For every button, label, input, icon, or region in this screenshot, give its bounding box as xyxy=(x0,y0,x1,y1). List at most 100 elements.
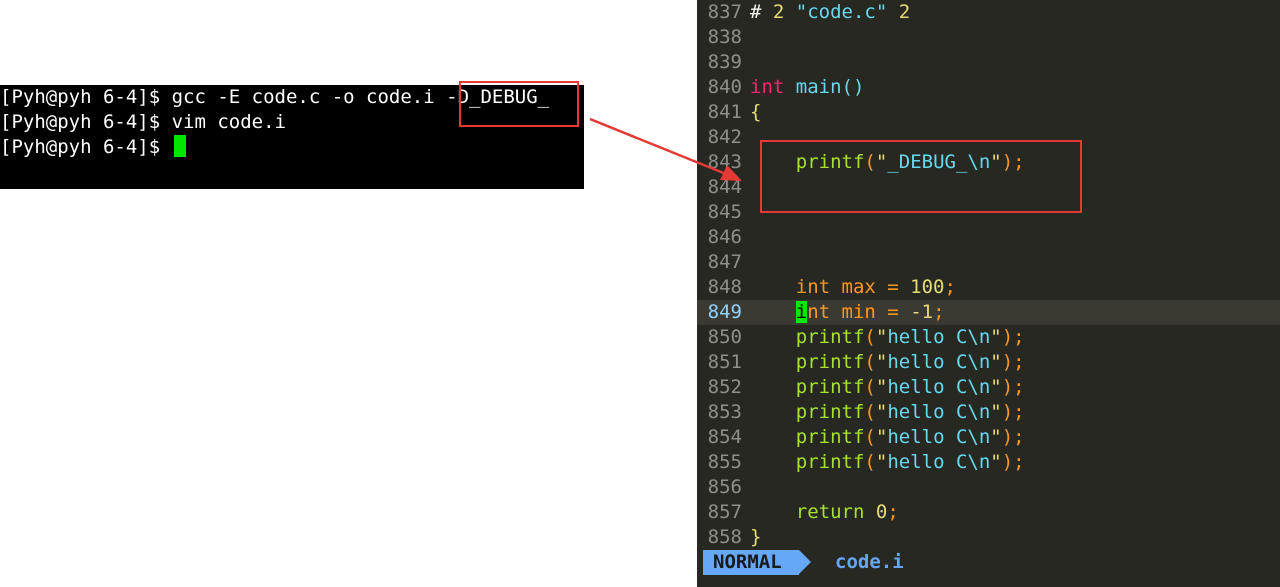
code-token: " xyxy=(990,376,1002,398)
code-text: } xyxy=(750,526,761,548)
code-text: printf("hello C\n"); xyxy=(750,376,1025,398)
code-text: printf("hello C\n"); xyxy=(750,351,1025,373)
code-line[interactable]: 847 xyxy=(697,250,1280,275)
code-line[interactable]: 854 printf("hello C\n"); xyxy=(697,425,1280,450)
code-line[interactable]: 839 xyxy=(697,50,1280,75)
line-number: 852 xyxy=(707,376,742,398)
code-line[interactable]: 853 printf("hello C\n"); xyxy=(697,400,1280,425)
code-text: int max = 100; xyxy=(750,276,956,298)
code-token: max = xyxy=(830,276,911,298)
code-token: "code.c" xyxy=(784,1,899,23)
code-line[interactable]: 857 return 0; xyxy=(697,500,1280,525)
code-text: printf("hello C\n"); xyxy=(750,426,1025,448)
code-token: " xyxy=(990,351,1002,373)
code-line[interactable]: 858} xyxy=(697,525,1280,550)
line-number: 837 xyxy=(707,1,742,23)
code-token: 0 xyxy=(875,501,888,523)
code-token: printf xyxy=(795,376,865,398)
code-token: # xyxy=(750,1,773,23)
code-text: { xyxy=(750,101,761,123)
line-number: 856 xyxy=(707,476,742,498)
code-token: ); xyxy=(1001,326,1025,348)
code-line-current[interactable]: 849 int min = -1; xyxy=(697,300,1280,325)
code-token: int xyxy=(795,276,831,298)
code-token: ); xyxy=(1001,451,1025,473)
code-token: 2 xyxy=(898,1,911,23)
code-token: printf xyxy=(795,401,865,423)
code-token: " xyxy=(990,401,1002,423)
code-line[interactable]: 846 xyxy=(697,225,1280,250)
code-token: nt xyxy=(807,301,831,323)
code-token: " xyxy=(875,426,888,448)
code-token: min = xyxy=(830,301,911,323)
code-token: 100 xyxy=(910,276,945,298)
code-line[interactable]: 838 xyxy=(697,25,1280,50)
code-token: hello C\n xyxy=(887,376,991,398)
code-line[interactable]: 840 int main() xyxy=(697,75,1280,100)
code-token: ( xyxy=(864,376,876,398)
line-number: 848 xyxy=(707,276,742,298)
code-line[interactable]: 848 int max = 100; xyxy=(697,275,1280,300)
code-text: printf("hello C\n"); xyxy=(750,401,1025,423)
code-token: int xyxy=(750,76,785,98)
code-line[interactable]: 850 printf("hello C\n"); xyxy=(697,325,1280,350)
code-token: ; xyxy=(933,301,945,323)
vim-editor[interactable]: 837 # 2 "code.c" 2 838 839 840 int main() 841 {… xyxy=(697,0,1280,587)
code-token: " xyxy=(990,451,1002,473)
line-number: 854 xyxy=(707,426,742,448)
line-number: 846 xyxy=(707,226,742,248)
status-file-name: code.i xyxy=(835,551,904,573)
line-number: 845 xyxy=(707,201,742,223)
code-token: ); xyxy=(1001,426,1025,448)
code-token: return xyxy=(795,501,865,523)
code-line[interactable]: 855 printf("hello C\n"); xyxy=(697,450,1280,475)
code-token: " xyxy=(875,451,888,473)
code-token: () xyxy=(841,76,865,98)
code-token: ); xyxy=(1001,401,1025,423)
annotation-box-flag xyxy=(459,81,579,127)
vim-statusline: NORMAL code.i xyxy=(697,550,1280,575)
code-text: # 2 "code.c" 2 xyxy=(750,1,910,23)
line-number: 841 xyxy=(707,101,742,123)
shell-command: vim code.i xyxy=(171,111,286,133)
code-token: " xyxy=(875,401,888,423)
code-line[interactable]: 856 xyxy=(697,475,1280,500)
code-line[interactable]: 841 { xyxy=(697,100,1280,125)
line-number: 843 xyxy=(707,151,742,173)
line-number: 851 xyxy=(707,351,742,373)
line-number: 842 xyxy=(707,126,742,148)
line-number: 853 xyxy=(707,401,742,423)
code-token: hello C\n xyxy=(887,451,991,473)
shell-prompt: [Pyh@pyh 6-4]$ xyxy=(0,136,172,158)
code-text: printf("hello C\n"); xyxy=(750,326,1025,348)
code-token: " xyxy=(875,351,888,373)
mode-indicator: NORMAL xyxy=(703,550,799,575)
code-line[interactable]: 837 # 2 "code.c" 2 xyxy=(697,0,1280,25)
code-line[interactable]: 851 printf("hello C\n"); xyxy=(697,350,1280,375)
mode-arrow-icon xyxy=(799,550,811,574)
code-token: { xyxy=(750,101,762,123)
shell-prompt: [Pyh@pyh 6-4]$ xyxy=(0,86,172,108)
code-token: ; xyxy=(887,501,899,523)
code-token: ( xyxy=(864,351,876,373)
code-text: int main() xyxy=(750,76,864,98)
code-token: ( xyxy=(864,426,876,448)
line-number: 850 xyxy=(707,326,742,348)
code-token: } xyxy=(750,526,762,548)
code-line[interactable]: 852 printf("hello C\n"); xyxy=(697,375,1280,400)
shell-command: gcc -E code.c -o code.i xyxy=(171,86,447,108)
code-token: -1 xyxy=(910,301,934,323)
code-area[interactable]: 837 # 2 "code.c" 2 838 839 840 int main() 841 {… xyxy=(697,0,1280,550)
code-token: hello C\n xyxy=(887,326,991,348)
annotation-box-debug-line xyxy=(760,140,1082,213)
vim-cursor: i xyxy=(795,301,808,323)
code-token: ); xyxy=(1001,376,1025,398)
line-number: 857 xyxy=(707,501,742,523)
code-token: ); xyxy=(1001,351,1025,373)
